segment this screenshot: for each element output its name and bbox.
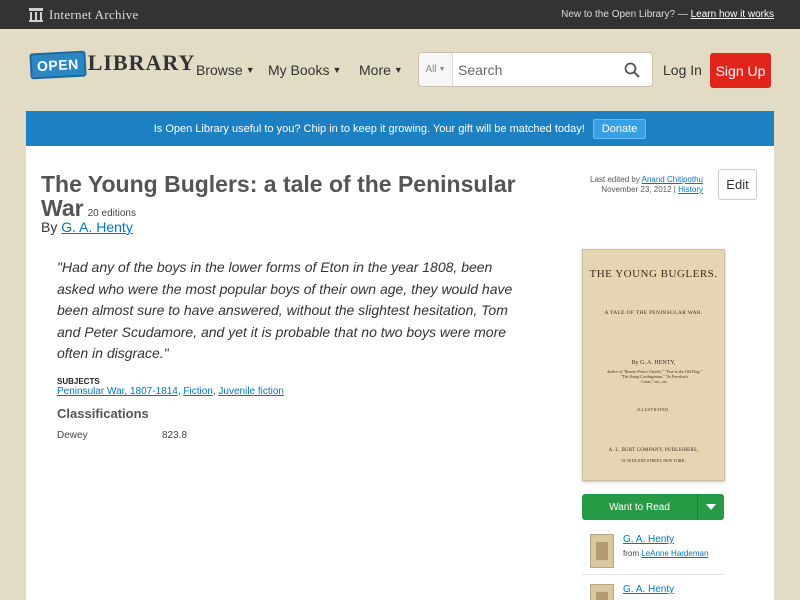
book-cover[interactable]: THE YOUNG BUGLERS. A TALE OF THE PENINSU… [582,249,725,481]
cover-title: THE YOUNG BUGLERS. [589,268,718,280]
donate-button[interactable]: Donate [592,118,647,139]
archive-building-icon [29,8,43,22]
internet-archive-bar: Internet Archive New to the Open Library… [0,0,800,29]
nav-my-books[interactable]: My Books ▼ [268,62,341,78]
cover-illustrated: ILLUSTRATED. [637,407,670,412]
subjects-label: SUBJECTS [57,377,100,386]
ia-bar-prompt: New to the Open Library? — [561,9,688,20]
chevron-down-icon: ▼ [393,65,403,75]
learn-how-link[interactable]: Learn how it works [691,9,774,20]
cover-author: By G. A. HENTY, [631,360,676,366]
cover-publisher: A. L. BURT COMPANY, PUBLISHERS, [608,448,699,453]
want-to-read-button[interactable]: Want to Read [582,494,698,520]
book-excerpt: "Had any of the boys in the lower forms … [57,259,513,362]
author-link[interactable]: G. A. Henty [61,219,133,235]
byline: By G. A. Henty [41,219,133,235]
last-edited-date: November 23, 2012 [601,185,672,194]
want-to-read-control: Want to Read [582,494,724,520]
nav-more-label: More [359,62,391,78]
chevron-down-icon: ▼ [245,65,255,75]
donate-banner: Is Open Library useful to you? Chip in t… [26,111,774,146]
ia-bar-notice: New to the Open Library? — Learn how it … [561,9,774,20]
search-scope-select[interactable]: All ▼ [419,53,453,86]
logo-library-text: LIBRARY [87,50,196,75]
nav-browse-label: Browse [196,62,243,78]
list-item: G. A. Henty [582,580,724,600]
cover-credit-line: Cause," etc., etc. [640,379,668,384]
nav-browse[interactable]: Browse ▼ [196,62,255,78]
chevron-down-icon: ▼ [438,66,446,73]
logo-open-badge: OPEN [29,50,87,80]
search-scope-value: All [425,64,437,75]
edit-separator: | [673,185,676,194]
list-item: G. A. Henty from LeAnne Hardeman [582,530,724,575]
edition-from: from LeAnne Hardeman [623,549,708,558]
search-icon[interactable] [624,62,640,78]
nav-my-books-label: My Books [268,62,330,78]
classifications-heading: Classifications [57,406,149,421]
edition-thumbnail[interactable] [590,584,614,600]
editions-count[interactable]: 20 editions [88,208,136,219]
classification-label: Dewey [57,430,88,441]
open-library-logo[interactable]: OPEN LIBRARY [29,50,196,80]
internet-archive-logo[interactable]: Internet Archive [29,7,139,23]
last-edited-prefix: Last edited by [590,175,640,184]
classification-value: 823.8 [162,430,188,441]
chevron-down-icon: ▼ [332,65,342,75]
caret-down-icon [706,504,716,510]
last-edited-info: Last edited by Anand Chitipothu November… [566,175,703,195]
edit-button[interactable]: Edit [718,169,757,200]
history-link[interactable]: History [678,185,703,194]
signup-button[interactable]: Sign Up [710,53,771,88]
book-page: The Young Buglers: a tale of the Peninsu… [26,146,774,600]
editor-link[interactable]: Anand Chitipothu [642,175,703,184]
want-to-read-dropdown[interactable] [698,494,724,520]
cover-address: 52-58 DUANE STREET, NEW YORK. [621,458,686,463]
donate-message: Is Open Library useful to you? Chip in t… [153,122,585,135]
cover-subtitle: A TALE OF THE PENINSULAR WAR. [604,310,703,316]
edition-author-link[interactable]: G. A. Henty [623,534,674,545]
search-input[interactable] [453,54,613,85]
edition-author-link[interactable]: G. A. Henty [623,584,674,595]
edition-from-prefix: from [623,549,639,558]
subject-link[interactable]: Peninsular War, 1807-1814 [57,386,178,397]
internet-archive-title: Internet Archive [49,7,139,22]
subject-link[interactable]: Juvenile fiction [218,386,284,397]
nav-more[interactable]: More ▼ [359,62,403,78]
subjects-list: Peninsular War, 1807-1814, Fiction, Juve… [57,386,284,397]
cover-author-credits: Author of "Bonnie Prince Charlie," "True… [595,369,714,384]
book-title-block: The Young Buglers: a tale of the Peninsu… [41,172,551,226]
site-header: OPEN LIBRARY Browse ▼ My Books ▼ More ▼ All… [0,29,800,111]
byline-prefix: By [41,219,58,235]
subject-link[interactable]: Fiction [183,386,212,397]
search-bar: All ▼ [418,52,653,87]
edition-source-link[interactable]: LeAnne Hardeman [641,549,708,558]
login-link[interactable]: Log In [663,62,702,78]
edition-thumbnail[interactable] [590,534,614,568]
